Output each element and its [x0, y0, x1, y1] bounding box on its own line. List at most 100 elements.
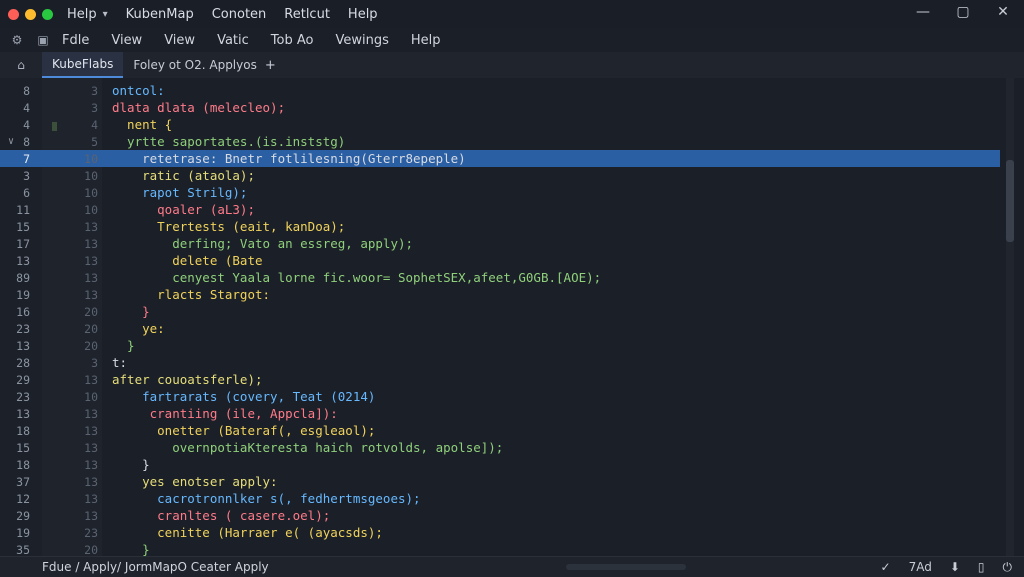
code-line[interactable]: 13 13 crantiing (ile, Appcla]):	[0, 405, 1000, 422]
power-icon[interactable]: ⏻	[1003, 560, 1013, 575]
close-dot-icon[interactable]	[8, 8, 19, 20]
code-text[interactable]: t:	[112, 355, 127, 370]
code-text[interactable]: rapot Strilg);	[112, 185, 247, 200]
code-text[interactable]: dlata dlata (melecleo);	[112, 100, 285, 115]
menu-conoten[interactable]: Conoten	[212, 7, 267, 22]
code-line[interactable]: 4 3 dlata dlata (melecleo);	[0, 99, 1000, 116]
minimize-dot-icon[interactable]	[25, 8, 36, 20]
code-text[interactable]: derfing; Vato an essreg, apply);	[112, 236, 413, 251]
minimize-icon[interactable]: —	[916, 4, 930, 20]
maximize-dot-icon[interactable]	[42, 8, 53, 20]
status-item[interactable]: 7Ad	[909, 560, 932, 574]
code-text[interactable]: yrtte saportates.(is.inststg)	[112, 134, 345, 149]
code-line[interactable]: 8 3 ontcol:	[0, 82, 1000, 99]
code-text[interactable]: retetrase: Bnetr fotlilesning(Gterr8epep…	[112, 151, 466, 166]
menu-help-3[interactable]: Help	[411, 33, 441, 48]
code-line[interactable]: 15 13 Trertests (eait, kanDoa);	[0, 218, 1000, 235]
code-line[interactable]: 19 23 cenitte (Harraer e( (ayacsds);	[0, 524, 1000, 541]
tab-foley-applyos[interactable]: Foley ot O2. Applyos +	[123, 52, 285, 78]
code-text[interactable]: qoaler (aL3);	[112, 202, 255, 217]
code-line[interactable]: 4 4 nent {	[0, 116, 1000, 133]
menu-view-2[interactable]: View	[164, 33, 195, 48]
code-line[interactable]: 29 13 cranltes ( casere.oel);	[0, 507, 1000, 524]
plus-icon[interactable]: +	[265, 58, 276, 73]
menu-view[interactable]: View	[111, 33, 142, 48]
download-icon[interactable]: ⬇	[950, 560, 960, 574]
code-text[interactable]: }	[112, 457, 150, 472]
line-marker-number: 3	[91, 83, 98, 98]
line-number: 28	[16, 355, 30, 370]
check-icon[interactable]: ✓	[881, 560, 891, 574]
code-line[interactable]: 3 10 ratic (ataola);	[0, 167, 1000, 184]
code-text[interactable]: yes enotser apply:	[112, 474, 277, 489]
code-text[interactable]: }	[112, 542, 150, 557]
code-text[interactable]: delete (Bate	[112, 253, 270, 268]
line-marker-number: 13	[84, 372, 98, 387]
close-icon[interactable]: ✕	[996, 4, 1010, 20]
code-line[interactable]: 37 13 yes enotser apply:	[0, 473, 1000, 490]
code-text[interactable]: ye:	[112, 321, 165, 336]
menu-help-2[interactable]: Help	[348, 7, 378, 22]
code-line[interactable]: 13 13 delete (Bate	[0, 252, 1000, 269]
horizontal-scrollbar[interactable]	[566, 564, 686, 570]
code-line[interactable]: 23 10 fartrarats (covery, Teat (0214)	[0, 388, 1000, 405]
code-line[interactable]: 28 3 t:	[0, 354, 1000, 371]
vertical-scrollbar[interactable]	[1006, 78, 1014, 556]
code-line[interactable]: 18 13 }	[0, 456, 1000, 473]
code-line[interactable]: 16 20 }	[0, 303, 1000, 320]
line-marker-number: 3	[91, 355, 98, 370]
code-text[interactable]: cacrotronnlker s(, fedhertmsgeoes);	[112, 491, 420, 506]
scrollbar-thumb[interactable]	[1006, 160, 1014, 242]
line-number: 7	[23, 151, 30, 166]
code-text[interactable]: nent {	[112, 117, 172, 132]
code-text[interactable]: onetter (Bateraf(, esgleaol);	[112, 423, 375, 438]
code-line[interactable]: 89 13 cenyest Yaala lorne fic.woor= Sophe…	[0, 269, 1000, 286]
code-editor[interactable]: 8 3 ontcol: 4 3 dlata dlata (melecleo); 4 4 nen…	[0, 78, 1024, 557]
code-line[interactable]: 15 13 overnpotiaKteresta haich rotvolds, …	[0, 439, 1000, 456]
code-line[interactable]: 12 13 cacrotronnlker s(, fedhertmsgeoes);	[0, 490, 1000, 507]
code-text[interactable]: fartrarats (covery, Teat (0214)	[112, 389, 375, 404]
code-text[interactable]: cranltes ( casere.oel);	[112, 508, 330, 523]
code-line[interactable]: 18 13 onetter (Bateraf(, esgleaol);	[0, 422, 1000, 439]
code-text[interactable]: ratic (ataola);	[112, 168, 255, 183]
code-text[interactable]: ontcol:	[112, 83, 165, 98]
code-line[interactable]: 7 10 retetrase: Bnetr fotlilesning(Gterr8…	[0, 150, 1000, 167]
menu-vewings[interactable]: Vewings	[335, 33, 388, 48]
menu-vatic[interactable]: Vatic	[217, 33, 249, 48]
code-text[interactable]: }	[112, 304, 150, 319]
maximize-icon[interactable]: ▢	[956, 4, 970, 20]
code-line[interactable]: 17 13 derfing; Vato an essreg, apply);	[0, 235, 1000, 252]
menu-fdle[interactable]: Fdle	[62, 33, 89, 48]
menu-tob-ao[interactable]: Tob Ao	[271, 33, 314, 48]
code-line[interactable]: 29 13 after couoatsferle);	[0, 371, 1000, 388]
code-text[interactable]: after couoatsferle);	[112, 372, 263, 387]
panel-icon[interactable]: ▯	[978, 560, 985, 574]
code-line[interactable]: 6 10 rapot Strilg);	[0, 184, 1000, 201]
settings-icon[interactable]: ⚙	[8, 31, 26, 49]
code-text[interactable]: rlacts Stargot:	[112, 287, 270, 302]
home-icon[interactable]: ⌂	[0, 52, 42, 78]
document-icon[interactable]: ▣	[34, 31, 52, 49]
code-text[interactable]: Trertests (eait, kanDoa);	[112, 219, 345, 234]
status-bar: Fdue / Apply/ JormMapO Ceater Apply ✓ 7A…	[0, 556, 1024, 577]
line-number: 29	[16, 508, 30, 523]
line-number: 13	[16, 338, 30, 353]
chevron-down-icon: ▾	[102, 8, 108, 20]
menu-kubenmap[interactable]: KubenMap	[126, 7, 194, 22]
code-text[interactable]: overnpotiaKteresta haich rotvolds, apols…	[112, 440, 503, 455]
menu-help[interactable]: Help ▾	[67, 7, 108, 22]
tab-kubeflabs[interactable]: KubeFlabs	[42, 52, 124, 78]
code-line[interactable]: 19 13 rlacts Stargot:	[0, 286, 1000, 303]
code-text[interactable]: }	[112, 338, 135, 353]
line-marker-number: 4	[91, 117, 98, 132]
menu-retlcut[interactable]: Retlcut	[284, 7, 330, 22]
code-line[interactable]: ∨ 8 5 yrtte saportates.(is.inststg)	[0, 133, 1000, 150]
code-line[interactable]: 13 20 }	[0, 337, 1000, 354]
code-text[interactable]: cenitte (Harraer e( (ayacsds);	[112, 525, 383, 540]
code-line[interactable]: 23 20 ye:	[0, 320, 1000, 337]
code-text[interactable]: crantiing (ile, Appcla]):	[112, 406, 338, 421]
line-number: 23	[16, 389, 30, 404]
code-line[interactable]: 11 10 qoaler (aL3);	[0, 201, 1000, 218]
code-text[interactable]: cenyest Yaala lorne fic.woor= SophetSEX,…	[112, 270, 601, 285]
line-marker-number: 13	[84, 253, 98, 268]
